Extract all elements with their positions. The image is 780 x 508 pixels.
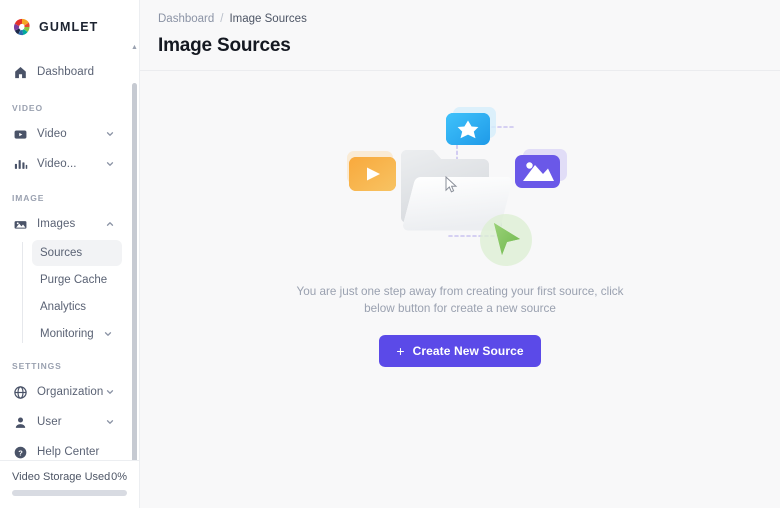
- sidebar-item-organization[interactable]: Organization: [6, 377, 122, 407]
- sidebar-item-dashboard[interactable]: Dashboard: [6, 57, 122, 87]
- home-icon: [12, 64, 28, 80]
- main-content: Dashboard / Image Sources Image Sources: [140, 0, 780, 508]
- brand[interactable]: GUMLET: [0, 10, 139, 43]
- page-title: Image Sources: [158, 35, 291, 56]
- sidebar-item-label: Purge Cache: [40, 274, 108, 287]
- breadcrumb-current: Image Sources: [229, 13, 307, 25]
- app-root: GUMLET Dashboard VIDEO Video Video... IM…: [0, 0, 780, 508]
- sidebar-item-sources[interactable]: Sources: [32, 240, 122, 267]
- sidebar-scrollbar-thumb[interactable]: [132, 83, 137, 460]
- chevron-down-icon[interactable]: [102, 328, 114, 340]
- storage-label: Video Storage Used: [12, 471, 111, 483]
- empty-folder-media-illustration-icon: [347, 107, 567, 266]
- sidebar: GUMLET Dashboard VIDEO Video Video... IM…: [0, 0, 140, 508]
- sidebar-item-monitoring[interactable]: Monitoring: [32, 321, 122, 347]
- sidebar-item-label: User: [37, 416, 62, 429]
- sidebar-item-label: Monitoring: [40, 328, 94, 341]
- images-icon: [12, 216, 28, 232]
- create-new-source-label: Create New Source: [412, 344, 524, 358]
- sidebar-scrollbar[interactable]: [132, 77, 137, 460]
- brand-name: GUMLET: [39, 19, 99, 34]
- sidebar-item-video[interactable]: Video: [6, 119, 122, 149]
- sidebar-item-label: Analytics: [40, 301, 87, 314]
- chevron-down-icon[interactable]: [104, 128, 116, 140]
- sidebar-section-settings: SETTINGS: [12, 361, 62, 372]
- sidebar-item-label: Images: [37, 218, 76, 231]
- chevron-down-icon[interactable]: [104, 386, 116, 398]
- sidebar-item-analytics[interactable]: Analytics: [32, 294, 122, 320]
- chevron-down-icon[interactable]: [104, 416, 116, 428]
- empty-state: You are just one step away from creating…: [140, 71, 780, 508]
- breadcrumb-dashboard-link[interactable]: Dashboard: [158, 13, 214, 25]
- scroll-up-arrow-icon[interactable]: ▲: [130, 43, 139, 52]
- plus-icon: +: [396, 343, 405, 359]
- bar-chart-icon: [12, 156, 28, 172]
- video-icon: [12, 126, 28, 142]
- sidebar-item-label: Dashboard: [37, 66, 95, 79]
- sidebar-item-video-analytics[interactable]: Video...: [6, 149, 122, 179]
- sidebar-subnav-images: Sources Purge Cache Analytics Monitoring: [22, 240, 130, 347]
- sidebar-item-user[interactable]: User: [6, 407, 122, 437]
- storage-meter: Video Storage Used 0%: [0, 460, 139, 508]
- sidebar-item-purge-cache[interactable]: Purge Cache: [32, 267, 122, 293]
- help-circle-icon: ?: [12, 444, 28, 460]
- user-icon: [12, 414, 28, 430]
- sidebar-item-label: Video: [37, 128, 67, 141]
- gumlet-pinwheel-logo-icon: [13, 18, 30, 35]
- sidebar-item-label: Video...: [37, 158, 77, 171]
- chevron-down-icon[interactable]: [104, 158, 116, 170]
- sidebar-item-help-center[interactable]: ? Help Center: [6, 437, 122, 460]
- sidebar-section-video: VIDEO: [12, 103, 43, 114]
- sidebar-section-image: IMAGE: [12, 193, 45, 204]
- svg-text:?: ?: [18, 448, 23, 457]
- globe-icon: [12, 384, 28, 400]
- sidebar-item-label: Organization: [37, 386, 104, 399]
- sidebar-item-label: Help Center: [37, 446, 100, 459]
- breadcrumb-separator: /: [220, 13, 224, 25]
- storage-percent: 0%: [111, 471, 127, 483]
- create-new-source-button[interactable]: + Create New Source: [379, 335, 541, 367]
- storage-progress-track: [12, 490, 127, 496]
- empty-state-message: You are just one step away from creating…: [296, 285, 624, 315]
- sidebar-nav: Dashboard VIDEO Video Video... IMAGE Ima…: [0, 43, 139, 460]
- chevron-up-icon[interactable]: [104, 218, 116, 230]
- sidebar-item-label: Sources: [40, 247, 83, 260]
- breadcrumb: Dashboard / Image Sources: [140, 0, 780, 25]
- sidebar-item-images[interactable]: Images: [6, 209, 122, 239]
